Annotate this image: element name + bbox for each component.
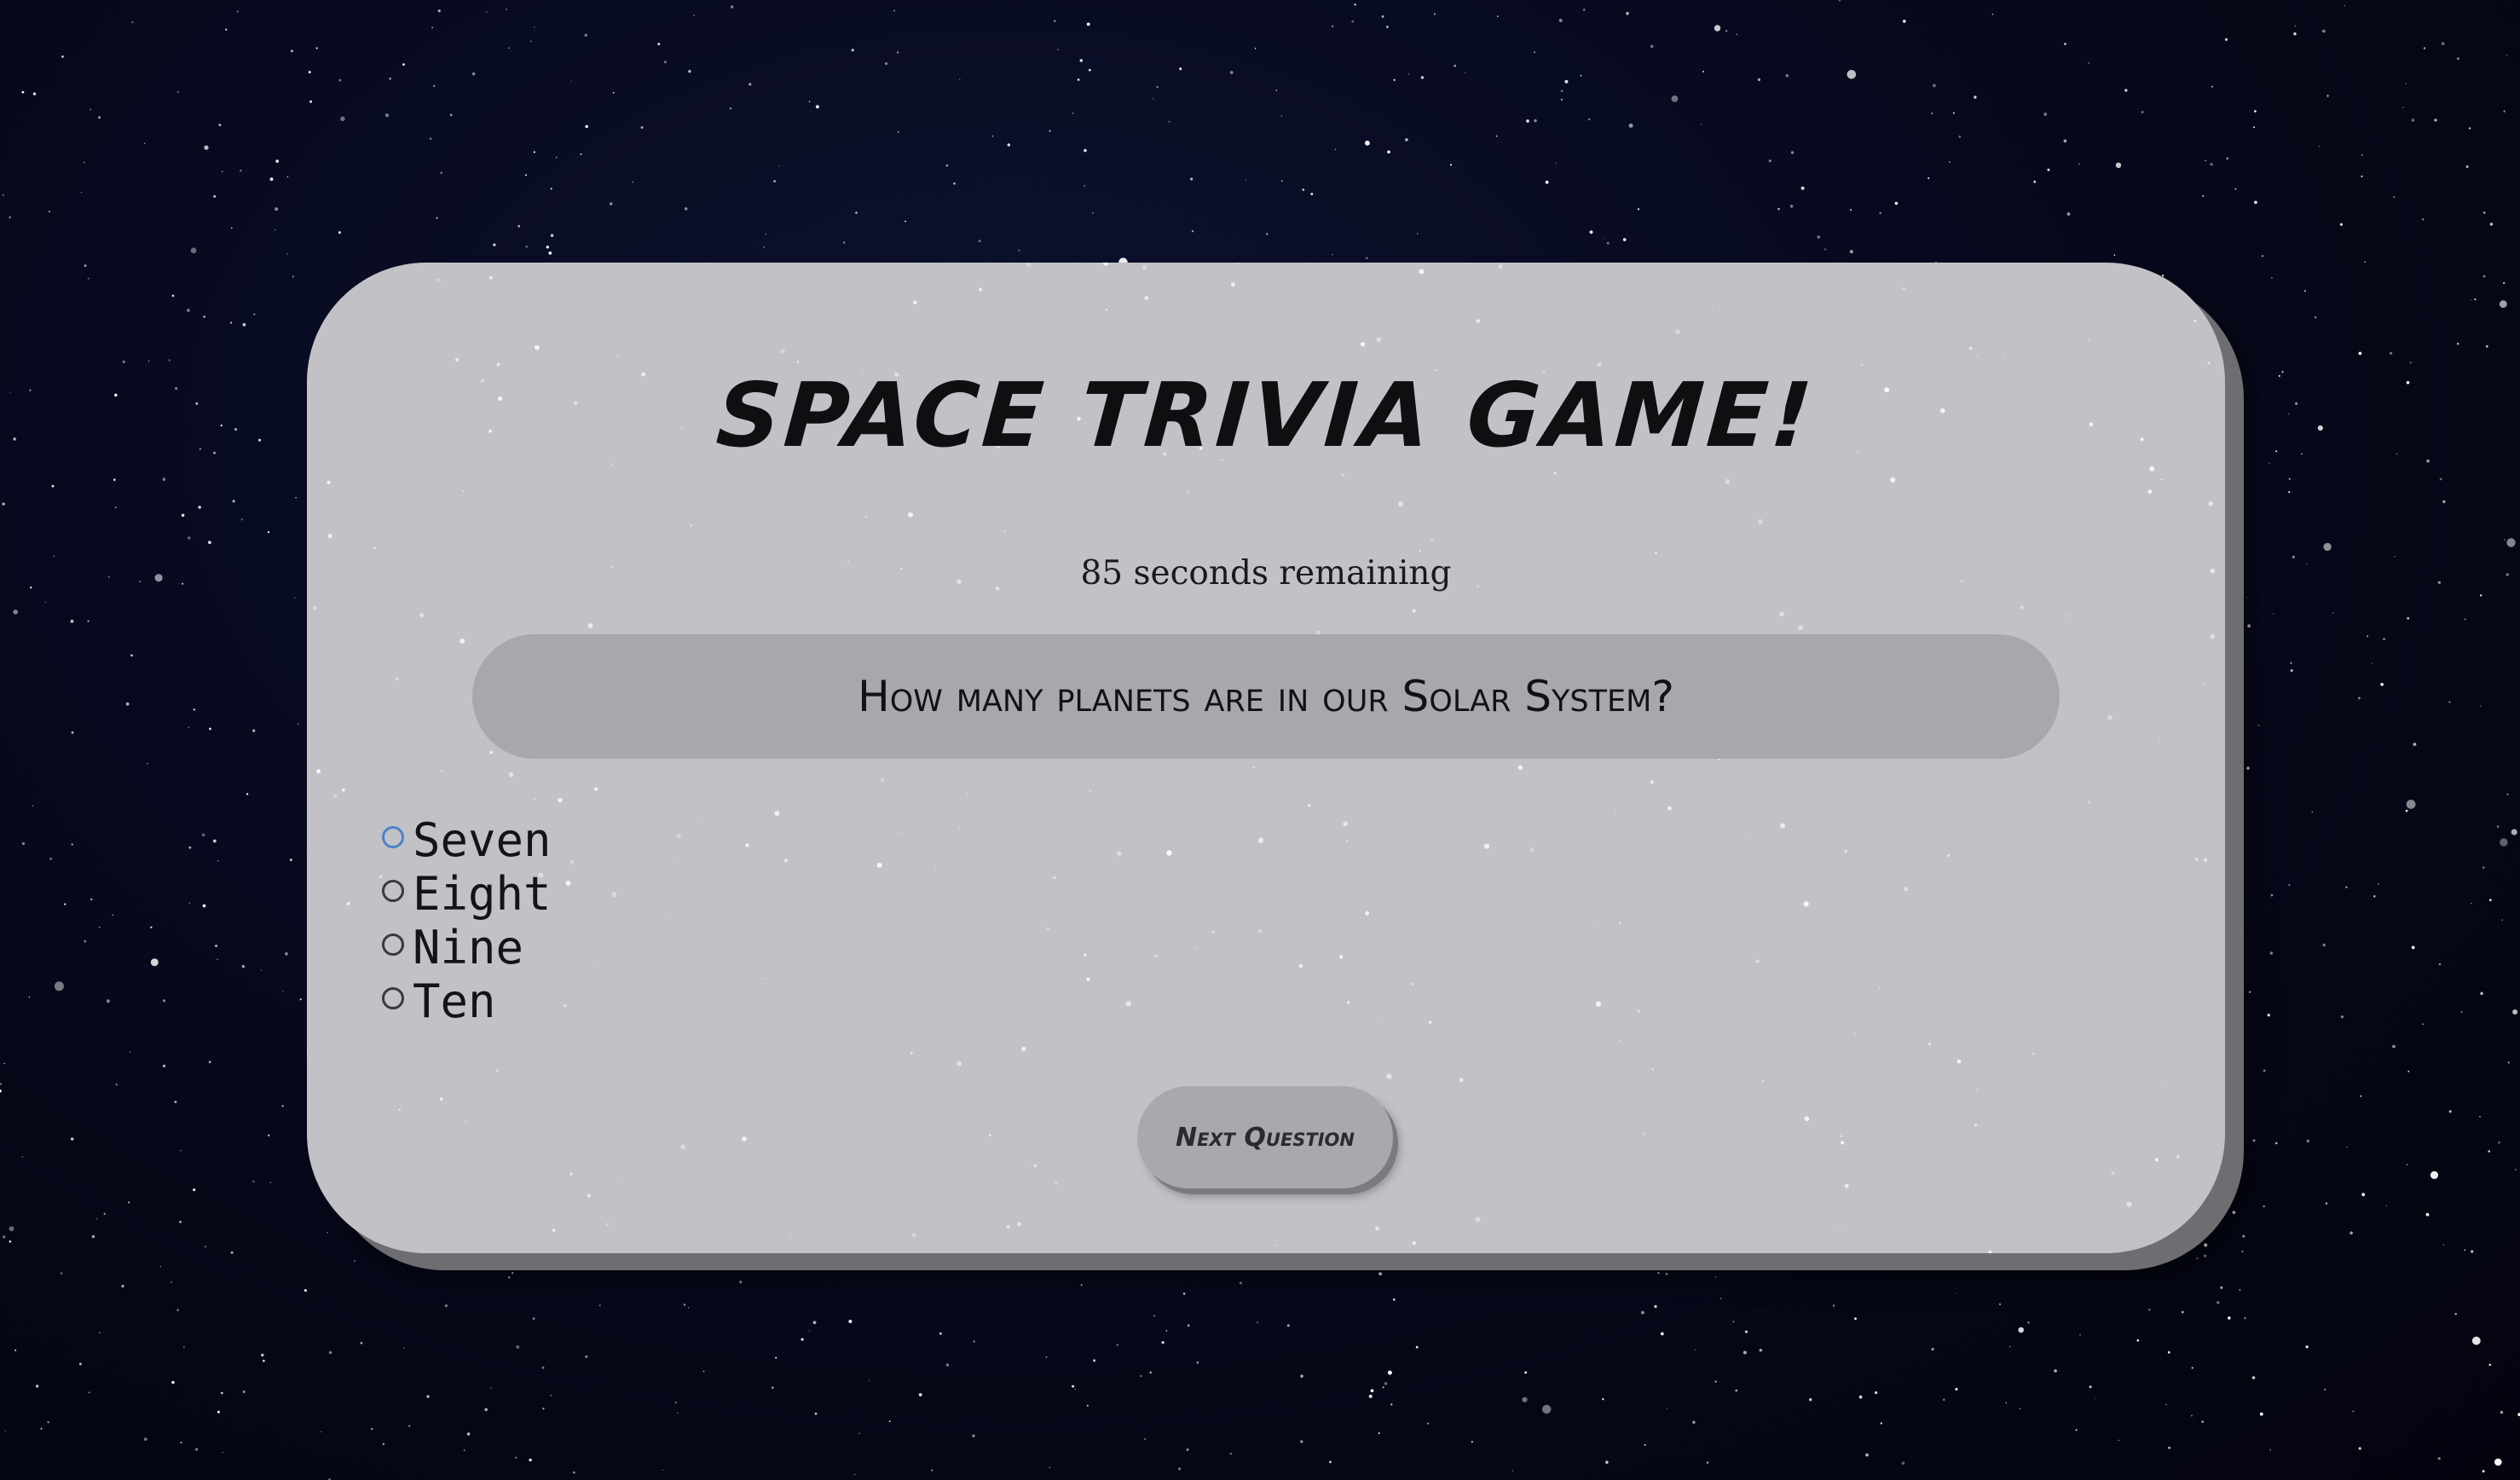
next-question-button[interactable]: Next Question [1137, 1086, 1393, 1188]
radio-button[interactable] [382, 879, 404, 902]
option-nine[interactable]: Nine [382, 921, 552, 974]
question-container: How many planets are in our Solar System… [472, 634, 2060, 759]
radio-button[interactable] [382, 986, 404, 1009]
option-label: Nine [413, 921, 524, 974]
trivia-card: Space Trivia Game! 85 seconds remaining … [307, 263, 2225, 1253]
option-label: Eight [413, 867, 552, 921]
option-eight[interactable]: Eight [382, 867, 552, 921]
option-seven[interactable]: Seven [382, 813, 552, 867]
question-text: How many planets are in our Solar System… [858, 672, 1674, 721]
option-label: Ten [413, 974, 496, 1028]
answer-options: Seven Eight Nine Ten [382, 813, 552, 1028]
radio-button[interactable] [382, 825, 404, 848]
option-ten[interactable]: Ten [382, 974, 552, 1028]
option-label: Seven [413, 813, 552, 867]
radio-button[interactable] [382, 933, 404, 956]
game-title: Space Trivia Game! [713, 363, 1819, 467]
next-question-label: Next Question [1175, 1122, 1355, 1153]
countdown-timer: 85 seconds remaining [1080, 554, 1452, 593]
